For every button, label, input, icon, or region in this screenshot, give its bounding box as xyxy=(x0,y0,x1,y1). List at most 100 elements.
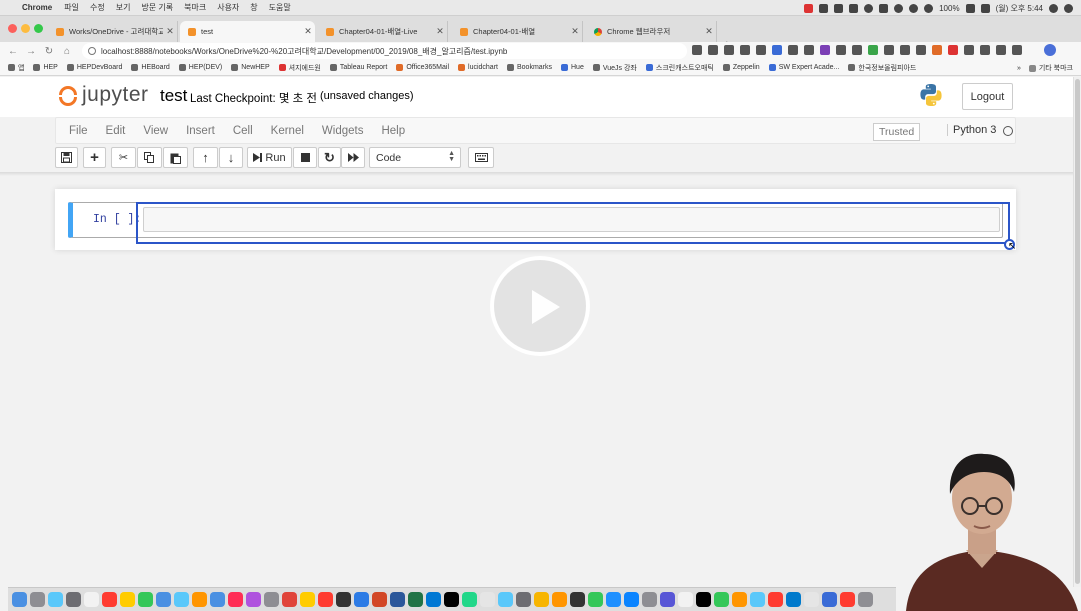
cut-button[interactable]: ✂ xyxy=(111,147,136,168)
terminal-icon[interactable] xyxy=(336,592,351,607)
app-icon[interactable] xyxy=(750,592,765,607)
contacts-icon[interactable] xyxy=(84,592,99,607)
app-icon[interactable] xyxy=(678,592,693,607)
app-icon[interactable] xyxy=(624,592,639,607)
kakaotalk-icon[interactable] xyxy=(300,592,315,607)
bookmark-newhep[interactable]: NewHEP xyxy=(231,64,270,71)
extension-icon[interactable] xyxy=(836,45,846,55)
notification-center-icon[interactable] xyxy=(1064,3,1073,13)
facetime-icon[interactable] xyxy=(138,592,153,607)
move-up-button[interactable]: ↑ xyxy=(193,147,218,168)
extension-icon[interactable] xyxy=(740,45,750,55)
camera-icon[interactable] xyxy=(849,3,859,13)
notes-icon[interactable] xyxy=(120,592,135,607)
bookmark-apps[interactable]: 앱 xyxy=(8,63,24,73)
app-icon[interactable] xyxy=(534,592,549,607)
input-source-icon[interactable] xyxy=(980,3,990,13)
app-menu-chrome[interactable]: Chrome xyxy=(22,3,52,12)
system-preferences-icon[interactable] xyxy=(264,592,279,607)
app-icon[interactable] xyxy=(174,592,189,607)
battery-icon[interactable] xyxy=(965,3,975,13)
app-icon[interactable] xyxy=(354,592,369,607)
close-icon[interactable]: ✕ xyxy=(301,26,315,37)
move-down-button[interactable]: ↓ xyxy=(219,147,243,168)
other-bookmarks[interactable]: » 기타 북마크 xyxy=(1017,60,1073,76)
record-icon[interactable] xyxy=(804,3,814,13)
safari-icon[interactable] xyxy=(48,592,63,607)
zoom-icon[interactable] xyxy=(692,45,702,55)
mac-menu-history[interactable]: 방문 기록 xyxy=(141,2,173,13)
powerpoint-icon[interactable] xyxy=(372,592,387,607)
app-icon[interactable] xyxy=(606,592,621,607)
app-icon[interactable] xyxy=(822,592,837,607)
home-icon[interactable]: ⌂ xyxy=(58,46,76,57)
tab-chapter04-live[interactable]: Chapter04-01-배열-Live ✕ xyxy=(318,21,448,42)
mac-menu-window[interactable]: 창 xyxy=(250,2,257,13)
finder-icon[interactable] xyxy=(12,592,27,607)
menu-view[interactable]: View xyxy=(134,125,177,137)
bookmark-tableau[interactable]: Tableau Report xyxy=(329,64,387,71)
mac-menu-bookmarks[interactable]: 북마크 xyxy=(184,2,206,13)
app-icon[interactable] xyxy=(498,592,513,607)
calendar-icon[interactable] xyxy=(102,592,117,607)
paste-button[interactable] xyxy=(163,147,188,168)
bookmark-heboard[interactable]: HEBoard xyxy=(131,64,170,71)
bookmark-sw-expert[interactable]: SW Expert Acade... xyxy=(768,64,839,71)
mac-menu-file[interactable]: 파일 xyxy=(64,2,79,13)
extension-icon[interactable] xyxy=(980,45,990,55)
app-icon[interactable] xyxy=(660,592,675,607)
app-icon[interactable] xyxy=(588,592,603,607)
extension-icon[interactable] xyxy=(932,45,942,55)
forward-icon[interactable]: → xyxy=(22,46,40,57)
wifi-icon[interactable] xyxy=(909,3,919,13)
app-icon[interactable] xyxy=(858,592,873,607)
bookmark-bookmarks[interactable]: Bookmarks xyxy=(506,64,552,71)
bookmark-hepdevboard[interactable]: HEPDevBoard xyxy=(66,64,122,71)
app-icon[interactable] xyxy=(570,592,585,607)
bookmark-hep[interactable]: HEP xyxy=(33,64,58,71)
menu-file[interactable]: File xyxy=(60,125,97,137)
logout-button[interactable]: Logout xyxy=(962,83,1013,110)
search-icon[interactable] xyxy=(1049,3,1058,13)
onenote-icon[interactable] xyxy=(820,45,830,55)
bookmark-vuejs[interactable]: VueJs 강좌 xyxy=(592,63,637,73)
mac-menu-view[interactable]: 보기 xyxy=(116,2,131,13)
app-icon[interactable] xyxy=(552,592,567,607)
tab-chapter04[interactable]: Chapter04-01-배열 ✕ xyxy=(452,21,583,42)
menu-cell[interactable]: Cell xyxy=(224,125,262,137)
extension-icon[interactable] xyxy=(852,45,862,55)
podcasts-icon[interactable] xyxy=(246,592,261,607)
trusted-badge[interactable]: Trusted xyxy=(873,123,921,141)
extension-icon[interactable] xyxy=(804,45,814,55)
command-palette-button[interactable] xyxy=(468,147,494,168)
kernel-name[interactable]: Python 3 xyxy=(947,124,996,136)
extension-icon[interactable] xyxy=(948,45,958,55)
app-icon[interactable] xyxy=(804,592,819,607)
close-icon[interactable]: ✕ xyxy=(433,26,447,37)
app-icon[interactable] xyxy=(732,592,747,607)
notebook-name[interactable]: test xyxy=(160,86,187,106)
extension-icon[interactable] xyxy=(964,45,974,55)
excel-icon[interactable] xyxy=(408,592,423,607)
app-icon[interactable] xyxy=(840,592,855,607)
menu-edit[interactable]: Edit xyxy=(97,125,135,137)
extension-icon[interactable] xyxy=(884,45,894,55)
interrupt-kernel-button[interactable] xyxy=(293,147,317,168)
tab-chrome-browser[interactable]: Chrome 웹브라우저 ✕ xyxy=(586,21,717,42)
close-window-icon[interactable] xyxy=(8,24,17,33)
pycharm-icon[interactable] xyxy=(462,592,477,607)
volume-icon[interactable] xyxy=(924,3,934,13)
extension-icon[interactable] xyxy=(996,45,1006,55)
app-icon[interactable] xyxy=(480,592,495,607)
launchpad-icon[interactable] xyxy=(30,592,45,607)
menu-widgets[interactable]: Widgets xyxy=(313,125,373,137)
site-info-icon[interactable] xyxy=(88,47,96,55)
menu-kernel[interactable]: Kernel xyxy=(262,125,313,137)
save-button[interactable] xyxy=(55,147,78,168)
zoom-window-icon[interactable] xyxy=(34,24,43,33)
restart-run-all-button[interactable] xyxy=(341,147,365,168)
bookmark-zeppelin[interactable]: Zeppelin xyxy=(722,64,760,71)
bookmark-lucidchart[interactable]: lucidchart xyxy=(458,64,498,71)
extension-icon[interactable] xyxy=(756,45,766,55)
reload-icon[interactable]: ↻ xyxy=(40,46,58,57)
